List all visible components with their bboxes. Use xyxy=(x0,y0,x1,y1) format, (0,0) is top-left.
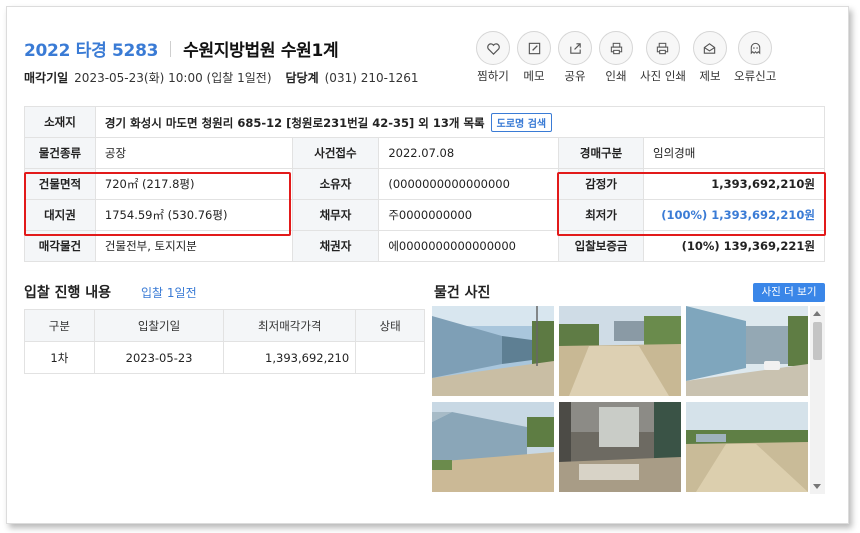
printer-icon xyxy=(657,42,669,54)
sale-info: 매각기일 2023-05-23(화) 10:00 (입찰 1일전) 담당계 (0… xyxy=(24,69,418,86)
bid-history-table: 구분 입찰기일 최저매각가격 상태 1차 2023-05-23 1,393,69… xyxy=(24,309,425,374)
gallery-scrollbar[interactable] xyxy=(810,306,825,494)
cell-value: 주0000000000 xyxy=(378,199,560,231)
cell-label: 경매구분 xyxy=(558,137,645,169)
printer-icon xyxy=(610,42,622,54)
photo-gallery xyxy=(432,306,812,494)
road-search-button[interactable]: 도로명 검색 xyxy=(490,112,553,132)
more-photos-button[interactable]: 사진 더 보기 xyxy=(753,283,825,302)
cell-label: 소유자 xyxy=(291,168,380,200)
cell-value: 에0000000000000000 xyxy=(378,230,560,262)
favorite-label: 찜하기 xyxy=(477,69,509,83)
case-number: 2022 타경 5283 xyxy=(24,41,159,61)
cell-label: 채권자 xyxy=(291,230,380,262)
scroll-down-icon[interactable] xyxy=(813,484,821,489)
envelope-icon xyxy=(704,42,716,54)
cell-label: 사건접수 xyxy=(291,137,380,169)
property-photo-3[interactable] xyxy=(686,306,808,396)
heart-icon xyxy=(486,42,500,55)
location-value: 경기 화성시 마도면 청원리 685-12 [청원로231번길 42-35] 외… xyxy=(104,115,485,130)
cell-label: 채무자 xyxy=(291,199,380,231)
cell-value: 임의경매 xyxy=(643,137,825,169)
ghost-icon xyxy=(750,42,760,54)
photo-print-label: 사진 인쇄 xyxy=(640,69,686,83)
sale-date-label: 매각기일 xyxy=(24,71,69,85)
print-button[interactable]: 인쇄 xyxy=(599,31,633,84)
price-highlight-box xyxy=(557,172,826,236)
favorite-button[interactable]: 찜하기 xyxy=(476,31,510,84)
table-row: 1차 2023-05-23 1,393,692,210 xyxy=(24,341,425,374)
scroll-up-icon[interactable] xyxy=(813,311,821,316)
share-button[interactable]: 공유 xyxy=(558,31,592,84)
action-toolbar: 찜하기 메모 공유 인쇄 사진 인쇄 제보 오류신고 xyxy=(476,31,783,84)
column-header: 구분 xyxy=(24,309,95,342)
property-photo-5[interactable] xyxy=(559,402,681,492)
area-highlight-box xyxy=(24,172,291,236)
share-icon xyxy=(569,42,581,54)
dept-label: 담당계 xyxy=(285,71,319,85)
print-label: 인쇄 xyxy=(605,69,627,83)
error-report-button[interactable]: 오류신고 xyxy=(734,31,776,84)
photo-section-title: 물건 사진 xyxy=(434,285,491,301)
dept-value: (031) 210-1261 xyxy=(324,70,419,85)
property-photo-4[interactable] xyxy=(432,402,554,492)
column-header: 상태 xyxy=(355,309,425,342)
share-label: 공유 xyxy=(564,69,586,83)
report-label: 제보 xyxy=(699,69,721,83)
bid-section-title: 입찰 진행 내용 xyxy=(24,285,112,301)
table-header-row: 구분 입찰기일 최저매각가격 상태 xyxy=(24,309,425,342)
table-row: 물건종류 공장 사건접수 2022.07.08 경매구분 임의경매 xyxy=(24,137,825,169)
page-title: 2022 타경 5283 수원지방법원 수원1계 xyxy=(24,36,339,61)
cell-label: 물건종류 xyxy=(24,137,96,169)
memo-button[interactable]: 메모 xyxy=(517,31,551,84)
cell-value: 공장 xyxy=(94,137,293,169)
table-row: 소재지 경기 화성시 마도면 청원리 685-12 [청원로231번길 42-3… xyxy=(24,106,826,138)
property-photo-1[interactable] xyxy=(432,306,554,396)
cell-value: (0000000000000000 xyxy=(378,168,560,200)
pencil-icon xyxy=(528,42,540,54)
sale-date-value: 2023-05-23(화) 10:00 (입찰 1일전) xyxy=(74,71,272,85)
cell-value: 2022.07.08 xyxy=(378,137,560,169)
memo-label: 메모 xyxy=(523,69,545,83)
title-divider xyxy=(170,40,172,57)
location-cell: 경기 화성시 마도면 청원리 685-12 [청원로231번길 42-35] 외… xyxy=(94,106,826,138)
report-button[interactable]: 제보 xyxy=(692,31,727,84)
photo-print-button[interactable]: 사진 인쇄 xyxy=(640,31,686,84)
bid-round: 1차 xyxy=(24,341,95,374)
location-label: 소재지 xyxy=(24,106,96,138)
property-photo-6[interactable] xyxy=(686,402,808,492)
column-header: 최저매각가격 xyxy=(223,309,357,342)
bid-days-left: 입찰 1일전 xyxy=(141,286,197,300)
bid-min-price: 1,393,692,210 xyxy=(223,341,357,374)
court-name: 수원지방법원 수원1계 xyxy=(183,41,339,61)
column-header: 입찰기일 xyxy=(93,309,225,342)
scroll-thumb[interactable] xyxy=(813,322,822,360)
error-report-label: 오류신고 xyxy=(733,69,777,83)
bid-status xyxy=(355,341,425,374)
bid-date: 2023-05-23 xyxy=(93,341,225,374)
property-photo-2[interactable] xyxy=(559,306,681,396)
